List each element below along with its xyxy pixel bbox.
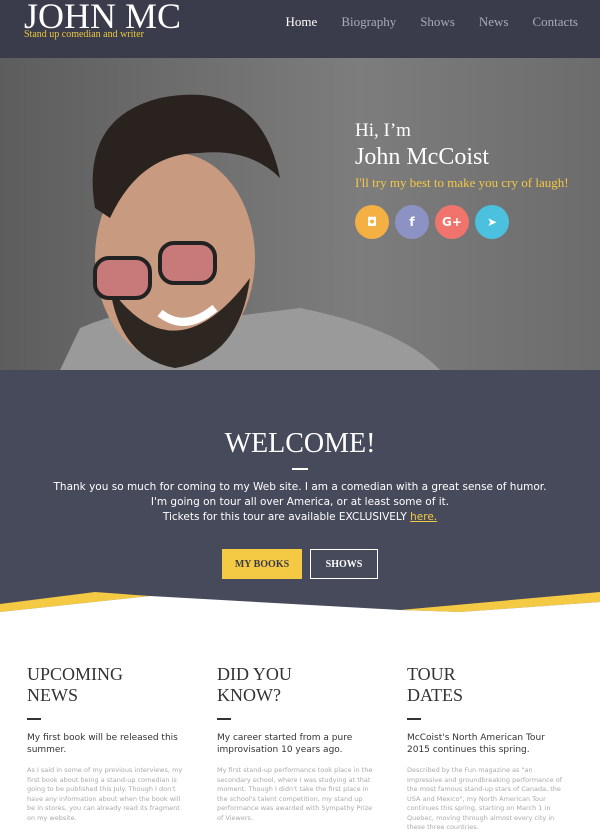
column-tour-dates: TOUR DATES McCoist's North American Tour … bbox=[407, 664, 597, 833]
wave-divider bbox=[0, 592, 600, 620]
column-lead: My career started from a pure improvisat… bbox=[217, 733, 353, 755]
column-body: My first stand-up performance took place… bbox=[217, 766, 373, 822]
column-title: UPCOMING NEWS bbox=[27, 664, 124, 705]
divider bbox=[407, 718, 421, 720]
welcome-line: Thank you so much for coming to my Web s… bbox=[53, 481, 547, 493]
column-lead: My first book will be released this summ… bbox=[27, 733, 178, 755]
hero-name: John McCoist bbox=[355, 144, 490, 170]
column-lead: McCoist's North American Tour 2015 conti… bbox=[407, 733, 545, 755]
instagram-icon[interactable]: ◘ bbox=[355, 205, 389, 239]
info-columns: UPCOMING NEWS My first book will be relea… bbox=[0, 620, 600, 833]
social-links: ◘ f G+ ➤ bbox=[355, 205, 569, 239]
tickets-link[interactable]: here. bbox=[410, 511, 437, 523]
welcome-line: Tickets for this tour are available EXCL… bbox=[0, 510, 600, 525]
divider bbox=[27, 718, 41, 720]
hero-slogan: I'll try my best to make you cry of laug… bbox=[355, 175, 569, 190]
facebook-icon[interactable]: f bbox=[395, 205, 429, 239]
main-nav: Home Biography Shows News Contacts bbox=[286, 14, 578, 30]
nav-home[interactable]: Home bbox=[286, 14, 318, 30]
welcome-title: WELCOME! bbox=[224, 428, 376, 459]
nav-contacts[interactable]: Contacts bbox=[533, 14, 579, 30]
welcome-line: I'm going on tour all over America, or a… bbox=[150, 496, 450, 508]
column-body: As I said in some of my previous intervi… bbox=[27, 766, 183, 822]
site-header: JOHN MC Stand up comedian and writer Hom… bbox=[0, 0, 600, 58]
shows-button[interactable]: SHOWS bbox=[310, 549, 378, 579]
hero-section: Hi, I’m John McCoist I'll try my best to… bbox=[0, 58, 600, 370]
column-news: UPCOMING NEWS My first book will be relea… bbox=[27, 664, 217, 833]
twitter-icon[interactable]: ➤ bbox=[475, 205, 509, 239]
hero-intro: Hi, I’m John McCoist I'll try my best to… bbox=[355, 120, 569, 239]
google-plus-icon[interactable]: G+ bbox=[435, 205, 469, 239]
column-body: Described by the Fun magazine as "an imp… bbox=[407, 766, 563, 831]
column-did-you-know: DID YOU KNOW? My career started from a pu… bbox=[217, 664, 407, 833]
greeting: Hi, I’m bbox=[355, 120, 411, 141]
nav-biography[interactable]: Biography bbox=[341, 14, 396, 30]
my-books-button[interactable]: MY BOOKS bbox=[222, 549, 302, 579]
tagline: Stand up comedian and writer bbox=[24, 29, 144, 40]
divider bbox=[292, 468, 308, 470]
nav-news[interactable]: News bbox=[479, 14, 509, 30]
column-title: TOUR DATES bbox=[407, 664, 464, 705]
welcome-section: WELCOME! Thank you so much for coming to… bbox=[0, 370, 600, 620]
welcome-text: Tickets for this tour are available EXCL… bbox=[162, 511, 411, 523]
nav-shows[interactable]: Shows bbox=[420, 14, 455, 30]
divider bbox=[217, 718, 231, 720]
column-title: DID YOU KNOW? bbox=[217, 664, 292, 705]
